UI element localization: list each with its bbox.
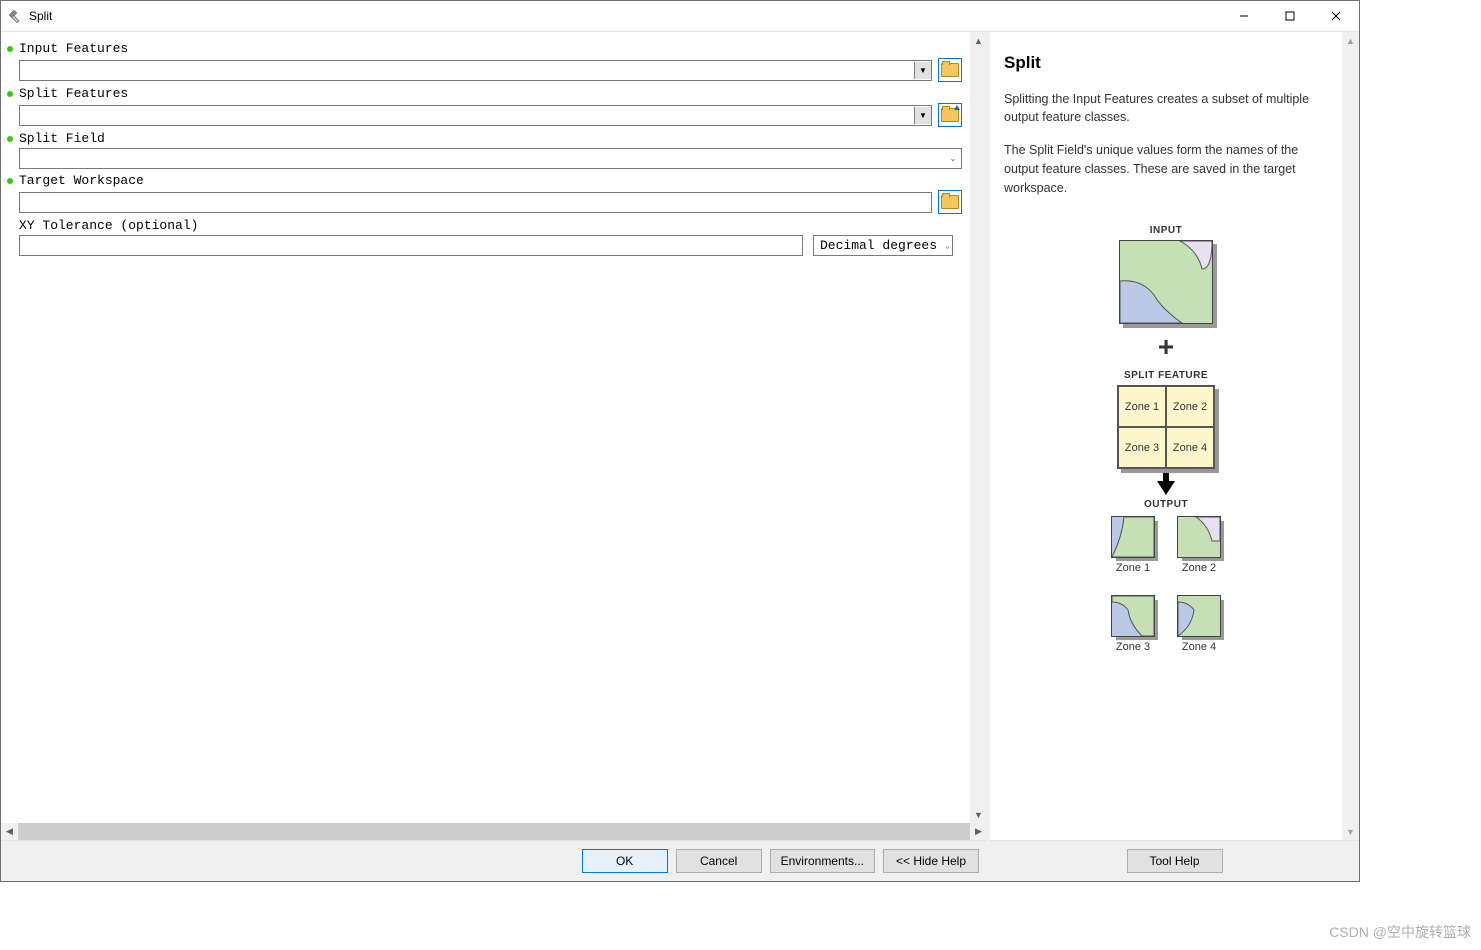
input-features-browse-button[interactable]: [938, 58, 962, 82]
input-features-combo[interactable]: ▼: [19, 60, 932, 81]
environments-button[interactable]: Environments...: [770, 849, 875, 873]
scroll-left-icon: ◀: [1, 823, 18, 840]
target-workspace-browse-button[interactable]: [938, 190, 962, 214]
maximize-button[interactable]: [1267, 1, 1313, 31]
diagram-split-grid: Zone 1 Zone 2 Zone 3 Zone 4: [1117, 385, 1215, 469]
tool-help-button[interactable]: Tool Help: [1127, 849, 1223, 873]
split-features-combo[interactable]: ▼: [19, 105, 932, 126]
scroll-up-icon: ▲: [970, 32, 987, 49]
split-dialog-window: Split Input Features ▼: [0, 0, 1360, 882]
cancel-button[interactable]: Cancel: [676, 849, 762, 873]
folder-add-icon: [941, 108, 959, 122]
titlebar: Split: [1, 1, 1359, 32]
required-dot-icon: [7, 46, 13, 52]
target-workspace-input[interactable]: [19, 192, 932, 213]
dropdown-icon: ⌄: [945, 150, 961, 167]
window-controls: [1221, 1, 1359, 31]
scroll-down-icon: ▼: [970, 806, 987, 823]
folder-icon: [941, 63, 959, 77]
help-paragraph: The Split Field's unique values form the…: [1004, 141, 1328, 197]
diagram-split-label: SPLIT FEATURE: [1124, 368, 1208, 383]
plus-icon: +: [1158, 326, 1174, 368]
input-features-label: Input Features: [5, 41, 962, 56]
right-button-bar: Tool Help: [990, 840, 1359, 881]
minimize-button[interactable]: [1221, 1, 1267, 31]
required-dot-icon: [7, 136, 13, 142]
help-title: Split: [1004, 50, 1328, 76]
hammer-icon: [7, 8, 23, 24]
dropdown-icon: ⌄: [945, 241, 950, 251]
required-dot-icon: [7, 91, 13, 97]
close-button[interactable]: [1313, 1, 1359, 31]
help-pane: Split Splitting the Input Features creat…: [990, 32, 1359, 881]
dropdown-icon: ▼: [914, 107, 931, 124]
parameters-pane: Input Features ▼ Split Features ▼: [1, 32, 990, 881]
ok-button[interactable]: OK: [582, 849, 668, 873]
xy-tolerance-input[interactable]: [19, 235, 803, 256]
xy-tolerance-unit-select[interactable]: Decimal degrees ⌄: [813, 235, 953, 256]
help-paragraph: Splitting the Input Features creates a s…: [1004, 90, 1328, 128]
arrow-down-icon: [1157, 481, 1175, 495]
diagram-output-label: OUTPUT: [1144, 497, 1188, 512]
left-button-bar: OK Cancel Environments... << Hide Help: [1, 840, 987, 881]
scroll-up-icon: ▲: [1342, 32, 1359, 49]
scroll-right-icon: ▶: [970, 823, 987, 840]
diagram-output-grid: Zone 1 Zone 2 Zone 3 Zone 4: [1111, 516, 1221, 655]
window-title: Split: [29, 9, 1221, 23]
hide-help-button[interactable]: << Hide Help: [883, 849, 979, 873]
diagram-input-label: INPUT: [1150, 223, 1183, 238]
required-dot-icon: [7, 178, 13, 184]
split-field-label: Split Field: [5, 131, 962, 146]
split-field-combo[interactable]: ⌄: [19, 148, 962, 169]
horizontal-scrollbar[interactable]: ◀ ▶: [1, 823, 987, 840]
form-scroll-area: Input Features ▼ Split Features ▼: [1, 32, 987, 840]
watermark: CSDN @空中旋转篮球: [1329, 922, 1471, 942]
folder-icon: [941, 195, 959, 209]
dialog-body: Input Features ▼ Split Features ▼: [1, 32, 1359, 881]
dropdown-icon: ▼: [914, 62, 931, 79]
help-vertical-scrollbar[interactable]: ▲ ▼: [1342, 32, 1359, 840]
help-diagram: INPUT + SPLIT: [1004, 223, 1328, 655]
split-features-browse-button[interactable]: [938, 103, 962, 127]
help-content: Split Splitting the Input Features creat…: [990, 32, 1342, 840]
vertical-scrollbar[interactable]: ▲ ▼: [970, 32, 987, 823]
xy-tolerance-label: XY Tolerance (optional): [5, 218, 962, 233]
target-workspace-label: Target Workspace: [5, 173, 962, 188]
diagram-input-tile: [1119, 240, 1213, 324]
scroll-down-icon: ▼: [1342, 823, 1359, 840]
split-features-label: Split Features: [5, 86, 962, 101]
